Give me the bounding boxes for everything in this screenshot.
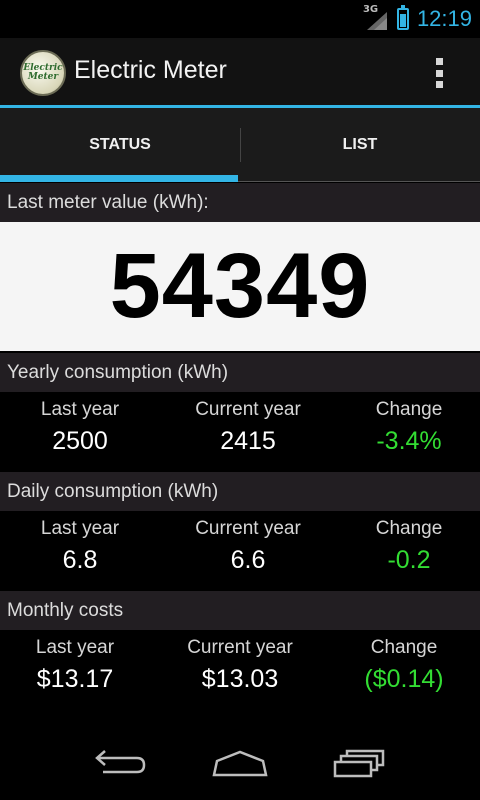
- status-bar: 3G 12:19: [0, 0, 480, 38]
- monthly-change-value: ($0.14): [364, 665, 444, 693]
- monthly-change: Change ($0.14): [324, 630, 480, 694]
- daily-header: Daily consumption (kWh): [0, 472, 480, 511]
- monthly-header: Monthly costs: [0, 591, 480, 630]
- monthly-current-label: Current year: [187, 637, 293, 658]
- daily-last-year: Last year 6.8: [0, 511, 160, 575]
- yearly-current-year: Current year 2415: [168, 392, 328, 456]
- meter-value-box: 54349: [0, 222, 480, 351]
- daily-current-value: 6.6: [230, 546, 266, 574]
- status-icons: 3G 12:19: [363, 0, 472, 38]
- daily-change: Change -0.2: [329, 511, 480, 575]
- tab-status[interactable]: STATUS: [0, 108, 240, 182]
- overflow-menu-icon[interactable]: [436, 58, 444, 88]
- signal-icon: 3G: [363, 4, 389, 32]
- home-icon[interactable]: [200, 742, 280, 786]
- daily-last-value: 6.8: [62, 546, 98, 574]
- yearly-header: Yearly consumption (kWh): [0, 353, 480, 392]
- yearly-change-value: -3.4%: [376, 427, 442, 455]
- monthly-last-value: $13.17: [36, 665, 114, 693]
- navigation-bar: [0, 728, 480, 800]
- yearly-change-label: Change: [375, 399, 443, 420]
- yearly-row: Last year 2500 Current year 2415 Change …: [0, 392, 480, 472]
- tab-list[interactable]: LIST: [240, 108, 480, 182]
- daily-last-label: Last year: [40, 518, 120, 539]
- app-title: Electric Meter: [74, 56, 227, 84]
- daily-current-label: Current year: [195, 518, 301, 539]
- monthly-last-year: Last year $13.17: [0, 630, 155, 694]
- yearly-last-year: Last year 2500: [0, 392, 160, 456]
- app-logo-text: Electric Meter: [23, 63, 63, 82]
- battery-icon: [396, 5, 409, 30]
- recents-icon[interactable]: [320, 742, 400, 786]
- yearly-current-label: Current year: [195, 399, 301, 420]
- yearly-current-value: 2415: [220, 427, 276, 455]
- yearly-change: Change -3.4%: [329, 392, 480, 456]
- daily-current-year: Current year 6.6: [168, 511, 328, 575]
- back-icon[interactable]: [80, 742, 160, 786]
- tab-selected-indicator: [0, 175, 238, 182]
- yearly-last-value: 2500: [52, 427, 108, 455]
- meter-header: Last meter value (kWh):: [0, 183, 480, 222]
- monthly-row: Last year $13.17 Current year $13.03 Cha…: [0, 630, 480, 710]
- action-bar: Electric Meter Electric Meter: [0, 38, 480, 108]
- monthly-last-label: Last year: [35, 637, 115, 658]
- meter-value: 54349: [109, 235, 371, 337]
- app-logo-icon[interactable]: Electric Meter: [20, 50, 66, 96]
- clock: 12:19: [416, 6, 472, 31]
- monthly-current-value: $13.03: [201, 665, 279, 693]
- daily-change-value: -0.2: [387, 546, 431, 574]
- tab-bar: STATUS LIST: [0, 108, 480, 182]
- monthly-change-label: Change: [370, 637, 438, 658]
- yearly-last-label: Last year: [40, 399, 120, 420]
- monthly-current-year: Current year $13.03: [160, 630, 320, 694]
- daily-change-label: Change: [375, 518, 443, 539]
- daily-row: Last year 6.8 Current year 6.6 Change -0…: [0, 511, 480, 591]
